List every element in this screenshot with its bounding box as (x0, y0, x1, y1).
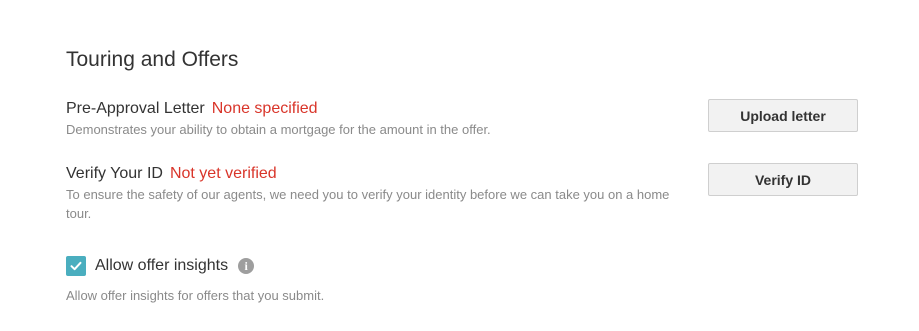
verify-id-label: Verify Your ID (66, 165, 163, 182)
verify-id-button[interactable]: Verify ID (708, 163, 858, 196)
offer-insights-description: Allow offer insights for offers that you… (66, 288, 325, 303)
offer-insights-checkbox[interactable] (66, 256, 86, 276)
checkmark-icon (70, 261, 82, 271)
offer-insights-option: Allow offer insights i (66, 255, 255, 277)
pre-approval-label: Pre-Approval Letter (66, 100, 205, 117)
verify-id-description: To ensure the safety of our agents, we n… (66, 187, 670, 221)
info-icon[interactable]: i (238, 258, 255, 274)
pre-approval-status: None specified (211, 100, 318, 117)
pre-approval-description: Demonstrates your ability to obtain a mo… (66, 122, 491, 137)
upload-letter-button[interactable]: Upload letter (708, 99, 858, 132)
verify-id-status: Not yet verified (169, 165, 277, 182)
section-title: Touring and Offers (66, 48, 239, 71)
offer-insights-label[interactable]: Allow offer insights (95, 257, 228, 275)
